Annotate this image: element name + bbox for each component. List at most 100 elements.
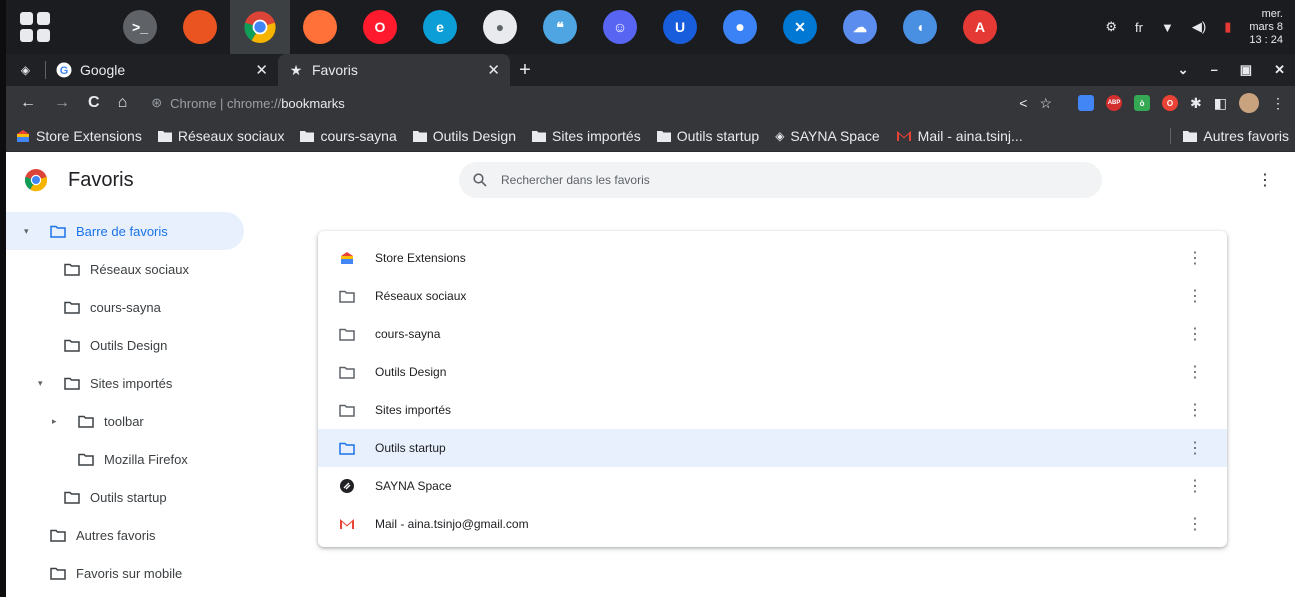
expand-arrow-icon[interactable]: ▾ (24, 226, 29, 237)
tree-item[interactable]: Favoris sur mobile (6, 554, 251, 592)
bookmark-bar-item[interactable]: Store Extensions (16, 128, 142, 144)
home-icon[interactable]: ⌂ (118, 94, 128, 112)
chat-app[interactable]: ◖ (890, 0, 950, 54)
language-indicator[interactable]: fr (1135, 20, 1143, 35)
tree-item-label: cours-sayna (90, 299, 161, 315)
tab-strip: ◈ G Google ✕ ★ Favoris ✕ + ⌄ – ▣ ✕ (6, 54, 1295, 86)
tab-search-icon[interactable]: ⌄ (1178, 62, 1189, 78)
wifi-icon[interactable]: ▼ (1161, 20, 1174, 35)
chat-icon: ◖ (903, 10, 937, 44)
gmail-icon (896, 130, 912, 142)
expand-arrow-icon[interactable]: ▾ (38, 378, 43, 389)
tree-item-label: Outils startup (90, 489, 167, 505)
ext-1-icon[interactable] (1078, 95, 1095, 111)
chrome-menu-icon[interactable]: ⋮ (1271, 95, 1285, 112)
list-item[interactable]: cours-sayna ⋮ (318, 315, 1227, 353)
share-icon[interactable]: < (1019, 95, 1027, 111)
launcher-icon[interactable] (20, 12, 50, 42)
more-options-icon[interactable]: ⋮ (1187, 286, 1203, 306)
settings-icon[interactable]: ⚙ (1105, 19, 1117, 35)
tree-item[interactable]: ▾ Barre de favoris (6, 212, 244, 250)
bookmark-bar-item[interactable]: cours-sayna (300, 128, 397, 144)
ext-3-icon[interactable]: ò (1134, 95, 1151, 111)
list-item[interactable]: Réseaux sociaux ⋮ (318, 277, 1227, 315)
cloud-app[interactable]: ☁ (830, 0, 890, 54)
camera-app[interactable]: ● (470, 0, 530, 54)
adblock-plus-icon[interactable]: ABP (1106, 95, 1123, 111)
address-bar[interactable]: ⊛ Chrome | chrome:// bookmarks (151, 95, 345, 111)
collapse-arrow-icon[interactable]: ▸ (52, 416, 57, 427)
tree-item[interactable]: ▸ toolbar (6, 402, 251, 440)
more-options-icon[interactable]: ⋮ (1187, 514, 1203, 534)
tree-item[interactable]: Mozilla Firefox (6, 440, 251, 478)
bookmark-star-icon[interactable]: ☆ (1039, 95, 1052, 112)
tab-google[interactable]: G Google ✕ (46, 54, 278, 86)
list-item[interactable]: Sites importés ⋮ (318, 391, 1227, 429)
close-tab-icon[interactable]: ✕ (487, 61, 500, 79)
opera-app[interactable]: O (350, 0, 410, 54)
more-options-icon[interactable]: ⋮ (1187, 362, 1203, 382)
bookmark-bar-item[interactable]: ◈ SAYNA Space (775, 128, 879, 144)
tree-item-label: Autres favoris (76, 527, 156, 543)
list-item[interactable]: Mail - aina.tsinjo@gmail.com ⋮ (318, 505, 1227, 543)
list-item[interactable]: Store Extensions ⋮ (318, 239, 1227, 277)
list-item[interactable]: SAYNA Space ⋮ (318, 467, 1227, 505)
quote-app[interactable]: ❝ (530, 0, 590, 54)
bookmark-bar-label: Sites importés (552, 127, 641, 144)
discord-app[interactable]: ☺ (590, 0, 650, 54)
more-options-icon[interactable]: ⋮ (1187, 248, 1203, 268)
clock[interactable]: mer. mars 8 13 : 24 (1249, 8, 1283, 47)
volume-icon[interactable]: ◀) (1192, 19, 1206, 35)
close-window-icon[interactable]: ✕ (1274, 62, 1285, 78)
reload-icon[interactable]: C (88, 94, 100, 112)
bookmark-bar-item[interactable]: Outils startup (656, 128, 759, 144)
tree-item[interactable]: cours-sayna (6, 288, 251, 326)
avatar[interactable] (1239, 93, 1259, 113)
tree-item[interactable]: Outils startup (6, 478, 251, 516)
ubuntu-app[interactable] (170, 0, 230, 54)
list-item[interactable]: Outils startup ⋮ (318, 429, 1227, 467)
sayna-icon (338, 479, 356, 493)
ext-4-icon[interactable]: O (1162, 95, 1179, 111)
page-menu-icon[interactable]: ⋮ (1257, 170, 1273, 190)
minimize-icon[interactable]: – (1211, 62, 1218, 78)
bookmark-bar-item[interactable]: Outils Design (412, 128, 516, 144)
firefox-app[interactable] (290, 0, 350, 54)
bookmarks-bar-items: Store Extensions Réseaux sociaux cours-say… (6, 128, 1029, 144)
list-item[interactable]: Outils Design ⋮ (318, 353, 1227, 391)
toggle-app[interactable]: ⏺ (710, 0, 770, 54)
vscode-app[interactable]: ✕ (770, 0, 830, 54)
tree-item[interactable]: Outils Design (6, 326, 251, 364)
restore-icon[interactable]: ▣ (1240, 62, 1252, 78)
tab-favoris[interactable]: ★ Favoris ✕ (278, 54, 510, 86)
back-icon[interactable]: ← (20, 94, 36, 112)
omnibox-scheme-label: Chrome (170, 95, 217, 111)
side-panel-icon[interactable]: ◧ (1214, 95, 1227, 112)
tree-item[interactable]: Autres favoris (6, 516, 251, 554)
tree-item-label: toolbar (104, 413, 144, 429)
pinned-tab[interactable]: ◈ (6, 61, 46, 79)
edge-app[interactable]: e (410, 0, 470, 54)
new-tab-button[interactable]: + (510, 59, 540, 82)
puzzle-icon[interactable]: ✱ (1190, 95, 1202, 112)
more-options-icon[interactable]: ⋮ (1187, 324, 1203, 344)
other-bookmarks[interactable]: Autres favoris (1170, 127, 1289, 144)
more-options-icon[interactable]: ⋮ (1187, 400, 1203, 420)
bookmark-bar-item[interactable]: Mail - aina.tsinj... (896, 128, 1023, 144)
terminal-app[interactable]: >_ (110, 0, 170, 54)
system-tray[interactable]: ⚙ fr ▼ ◀) ▮ mer. mars 8 13 : 24 (1105, 0, 1295, 54)
divider (1170, 127, 1172, 144)
chrome-app[interactable] (230, 0, 290, 54)
battery-icon[interactable]: ▮ (1224, 19, 1231, 35)
more-options-icon[interactable]: ⋮ (1187, 438, 1203, 458)
more-options-icon[interactable]: ⋮ (1187, 476, 1203, 496)
bookmark-bar-item[interactable]: Réseaux sociaux (157, 128, 284, 144)
search-input[interactable]: Rechercher dans les favoris (459, 162, 1102, 198)
close-tab-icon[interactable]: ✕ (255, 61, 268, 79)
bookmark-bar-item[interactable]: Sites importés (532, 128, 641, 144)
bitwarden-app[interactable]: U (650, 0, 710, 54)
tree-item[interactable]: Réseaux sociaux (6, 250, 251, 288)
forward-icon[interactable]: → (54, 94, 70, 112)
tree-item[interactable]: ▾ Sites importés (6, 364, 251, 402)
pdf-app[interactable]: A (950, 0, 1010, 54)
